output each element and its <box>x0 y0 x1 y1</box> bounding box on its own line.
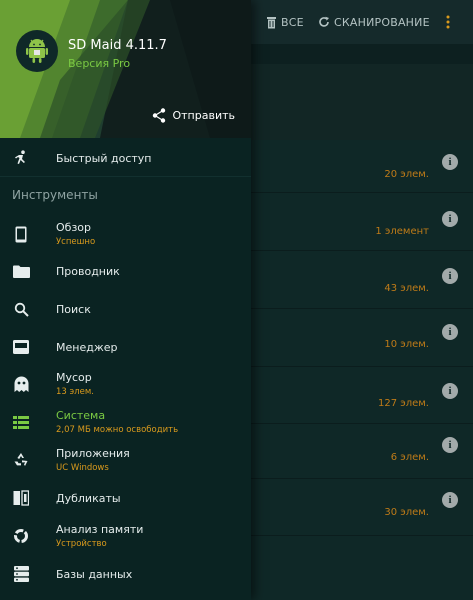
drawer-item-label: Базы данных <box>56 568 133 581</box>
drawer-item-subtitle: Устройство <box>56 539 107 549</box>
system-list-icon <box>12 413 30 431</box>
scan-button[interactable]: СКАНИРОВАНИЕ <box>318 12 430 32</box>
drawer-item-subtitle: 13 элем. <box>56 387 94 397</box>
info-icon[interactable]: i <box>442 211 458 227</box>
navigation-drawer: SD Maid 4.11.7 Версия Pro Отправить Быст… <box>0 0 251 600</box>
share-button[interactable]: Отправить <box>152 108 235 123</box>
overflow-menu-button[interactable] <box>446 12 454 32</box>
select-all-label: ВСЕ <box>281 15 304 29</box>
search-icon <box>12 300 30 318</box>
app-version: Версия Pro <box>68 57 131 70</box>
drawer-item-system-cleaner[interactable]: Система 2,07 МБ можно освободить <box>0 404 251 440</box>
refresh-icon <box>319 16 329 27</box>
drawer-item-label: Анализ памяти <box>56 523 144 536</box>
drawer-item-storage-analyzer[interactable]: Анализ памяти Устройство <box>0 518 251 554</box>
drawer-item-explorer[interactable]: Проводник <box>0 253 251 289</box>
drawer-item-duplicates[interactable]: Дубликаты <box>0 480 251 516</box>
drawer-item-overview[interactable]: Обзор Успешно <box>0 216 251 252</box>
recycle-icon <box>12 451 30 469</box>
drawer-item-subtitle: Успешно <box>56 237 96 247</box>
folder-icon <box>12 262 30 280</box>
share-label: Отправить <box>172 109 235 122</box>
info-icon[interactable]: i <box>442 492 458 508</box>
app-name: SD Maid 4.11.7 <box>68 38 167 53</box>
info-icon[interactable]: i <box>442 437 458 453</box>
drawer-item-label: Приложения <box>56 447 130 460</box>
drawer-item-label: Менеджер <box>56 341 118 354</box>
drawer-header: SD Maid 4.11.7 Версия Pro Отправить <box>0 0 251 138</box>
item-count: 1 элемент <box>375 226 429 237</box>
item-count: 6 элем. <box>390 452 429 463</box>
database-icon <box>12 565 30 583</box>
info-icon[interactable]: i <box>442 268 458 284</box>
ghost-icon <box>12 375 30 393</box>
share-icon <box>153 108 166 123</box>
app-manager-icon <box>12 338 30 356</box>
drawer-item-label: Быстрый доступ <box>56 152 152 165</box>
info-icon[interactable]: i <box>442 383 458 399</box>
item-count: 43 элем. <box>384 283 429 294</box>
info-icon[interactable]: i <box>442 324 458 340</box>
drawer-item-quick-access[interactable]: Быстрый доступ <box>0 140 251 176</box>
drawer-item-app-manager[interactable]: Менеджер <box>0 329 251 365</box>
duplicates-icon <box>12 489 30 507</box>
drawer-item-app-cleaner[interactable]: Приложения UC Windows <box>0 442 251 478</box>
storage-analyzer-icon <box>12 527 30 545</box>
android-robot-icon <box>26 39 48 63</box>
divider <box>0 176 251 177</box>
drawer-item-label: Система <box>56 409 106 422</box>
drawer-item-subtitle: UC Windows <box>56 463 109 473</box>
item-count: 30 элем. <box>384 507 429 518</box>
item-count: 10 элем. <box>384 339 429 350</box>
running-person-icon <box>12 149 30 167</box>
item-count: 127 элем. <box>377 398 429 409</box>
select-all-button[interactable]: ВСЕ <box>266 12 304 32</box>
drawer-item-label: Поиск <box>56 303 91 316</box>
drawer-item-label: Мусор <box>56 371 92 384</box>
avatar <box>16 30 58 72</box>
drawer-item-label: Проводник <box>56 265 120 278</box>
drawer-item-label: Дубликаты <box>56 492 121 505</box>
drawer-menu: Быстрый доступ Инструменты Обзор Успешно… <box>0 138 251 600</box>
trash-icon <box>267 16 276 28</box>
more-vert-icon <box>446 15 450 29</box>
section-title-tools: Инструменты <box>12 188 98 202</box>
drawer-item-corpse-finder[interactable]: Мусор 13 элем. <box>0 366 251 402</box>
drawer-item-search[interactable]: Поиск <box>0 291 251 327</box>
drawer-item-label: Обзор <box>56 221 92 234</box>
phone-icon <box>12 225 30 243</box>
drawer-item-subtitle: 2,07 МБ можно освободить <box>56 425 179 435</box>
scan-label: СКАНИРОВАНИЕ <box>334 15 430 29</box>
drawer-item-databases[interactable]: Базы данных <box>0 556 251 592</box>
item-count: 20 элем. <box>384 169 429 180</box>
info-icon[interactable]: i <box>442 154 458 170</box>
